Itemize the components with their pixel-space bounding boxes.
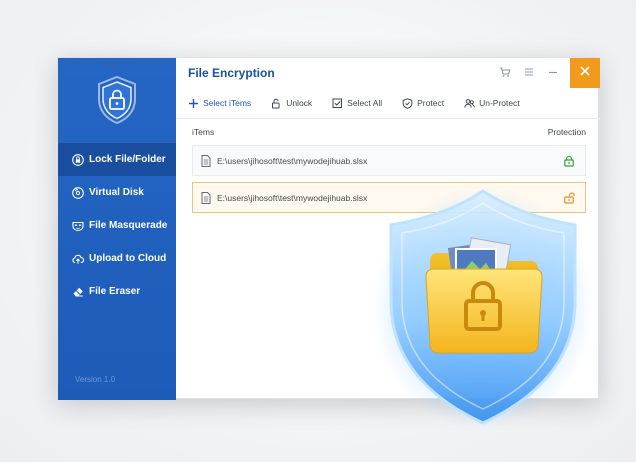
app-logo [58,58,176,142]
cart-button[interactable] [498,66,512,80]
app-title: File Encryption [188,66,275,80]
un-protect-button[interactable]: Un-Protect [464,98,520,109]
column-header-protection: Protection [547,127,586,137]
select-items-button[interactable]: Select iTems [188,98,251,109]
sidebar-item-label: Virtual Disk [89,187,144,198]
column-header-items: iTems [192,127,215,137]
unlock-button[interactable]: Unlock [271,98,312,109]
app-window: Lock File/Folder Virtual Disk File Masqu… [57,57,600,400]
disk-icon [72,186,84,199]
lock-icon [72,153,84,166]
checkbox-icon [332,98,343,109]
shield-lock-logo-icon [98,75,136,125]
plus-icon [188,98,199,109]
protect-label: Protect [417,98,445,108]
menu-button[interactable] [522,66,536,80]
close-icon [579,64,591,82]
sidebar-item-file-masquerade[interactable]: File Masquerade [58,209,176,242]
toolbar: Select iTems Unlock Select All Protect U… [176,88,600,119]
file-path: E:\users\jihosoft\test\mywodejihuab.slsx [217,192,368,203]
sidebar: Lock File/Folder Virtual Disk File Masqu… [58,58,176,400]
unlock-label: Unlock [286,98,313,108]
list-item-selected[interactable]: E:\users\jihosoft\test\mywodejihuab.slsx [192,182,586,213]
document-icon [201,154,211,167]
cart-icon [499,66,511,81]
menu-icon [523,66,535,81]
sidebar-item-virtual-disk[interactable]: Virtual Disk [58,176,176,209]
sidebar-item-upload-to-cloud[interactable]: Upload to Cloud [58,242,176,275]
eraser-icon [72,286,84,298]
locked-icon[interactable] [563,155,575,167]
users-icon [464,98,475,109]
protect-button[interactable]: Protect [402,97,445,109]
minimize-button[interactable] [546,66,560,80]
file-path: E:\users\jihosoft\test\mywodejihuab.slsx [217,155,368,166]
stage: Lock File/Folder Virtual Disk File Masqu… [0,0,636,462]
version-label: Version 1.0 [75,375,116,384]
select-items-label: Select iTems [203,98,252,108]
sidebar-item-label: Upload to Cloud [89,253,167,264]
sidebar-item-label: Lock File/Folder [89,154,166,165]
sidebar-item-file-eraser[interactable]: File Eraser [58,275,176,308]
list-header: iTems Protection [192,127,586,139]
shield-check-icon [402,97,413,109]
list-item[interactable]: E:\users\jihosoft\test\mywodejihuab.slsx [192,145,586,176]
un-protect-label: Un-Protect [479,98,520,108]
sidebar-nav: Lock File/Folder Virtual Disk File Masqu… [58,143,176,308]
unlock-icon [271,98,282,109]
sidebar-item-lock-file-folder[interactable]: Lock File/Folder [58,143,176,176]
close-button[interactable] [570,58,600,88]
document-icon [201,191,211,204]
main-panel: File Encryption Select iTems Unlock Sele… [176,58,600,400]
select-all-button[interactable]: Select All [332,98,382,109]
title-bar: File Encryption [176,58,600,88]
sidebar-item-label: File Eraser [89,286,141,297]
mask-icon [72,220,84,232]
unlocked-icon[interactable] [563,192,575,204]
select-all-label: Select All [347,98,383,108]
minimize-icon [547,66,559,81]
sidebar-item-label: File Masquerade [89,220,168,231]
cloud-upload-icon [72,253,84,265]
